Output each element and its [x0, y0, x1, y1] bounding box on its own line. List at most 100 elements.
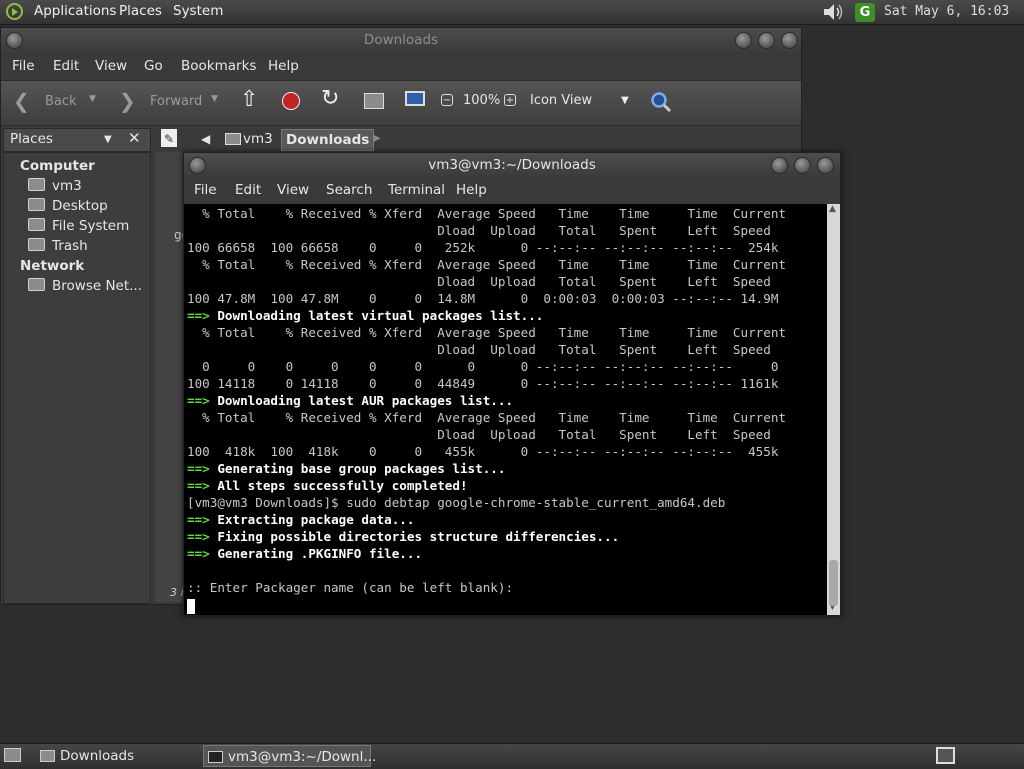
terminal-menu-view[interactable]: View: [277, 182, 309, 198]
status-text: Downloading latest virtual packages list…: [209, 308, 544, 323]
terminal-maximize-button[interactable]: [794, 157, 811, 174]
file-manager-menubar: File Edit View Go Bookmarks Help: [1, 52, 801, 80]
terminal-menubar: File Edit View Search Terminal Help: [184, 177, 840, 203]
view-mode-chevron-icon[interactable]: ▼: [621, 95, 629, 106]
terminal-status-line: ==> Generating base group packages list.…: [187, 460, 786, 477]
path-bar: ✎ ◀ vm3 Downloads ▶: [157, 126, 797, 152]
terminal-menu-search[interactable]: Search: [326, 182, 372, 198]
home-icon[interactable]: [364, 93, 384, 109]
menu-view[interactable]: View: [95, 58, 127, 74]
terminal-titlebar[interactable]: vm3@vm3:~/Downloads: [184, 153, 840, 177]
stop-icon[interactable]: [282, 92, 300, 110]
view-mode-select[interactable]: Icon View: [530, 93, 592, 108]
terminal-window: vm3@vm3:~/Downloads File Edit View Searc…: [183, 152, 841, 616]
forward-button[interactable]: Forward: [150, 94, 202, 109]
terminal-menu-file[interactable]: File: [194, 182, 217, 198]
status-arrow: ==>: [187, 478, 210, 493]
menu-help[interactable]: Help: [268, 58, 299, 74]
file-manager-toolbar: ❮ Back ▼ ❯ Forward ▼ ⇧ ↻ − 100% + Icon V…: [1, 80, 801, 126]
terminal-menu-terminal[interactable]: Terminal: [388, 182, 445, 198]
terminal-line: 0 0 0 0 0 0 0 0 --:--:-- --:--:-- --:--:…: [187, 359, 779, 374]
terminal-close-button[interactable]: [817, 157, 834, 174]
menu-go[interactable]: Go: [144, 58, 163, 74]
terminal-title: vm3@vm3:~/Downloads: [428, 157, 596, 173]
status-arrow: ==>: [187, 461, 210, 476]
path-right-chevron-icon[interactable]: ▶: [369, 129, 385, 149]
sidebar-heading-computer: Computer: [20, 158, 95, 174]
zoom-out-icon[interactable]: −: [441, 94, 453, 106]
file-manager-title: Downloads: [363, 32, 439, 48]
places-sidebar: Computer vm3 Desktop File System Trash N…: [3, 152, 151, 604]
task-terminal[interactable]: vm3@vm3:~/Downl...: [203, 745, 376, 767]
status-text: Fixing possible directories structure di…: [209, 529, 620, 544]
terminal-line: Dload Upload Total Spent Left Speed: [187, 223, 771, 238]
maximize-button[interactable]: [758, 32, 775, 49]
workspace-switcher-icon[interactable]: [936, 747, 955, 764]
sidebar-header: Places ▼ ✕: [3, 128, 151, 152]
menu-file[interactable]: File: [12, 58, 35, 74]
volume-icon[interactable]: [822, 3, 844, 21]
clock[interactable]: Sat May 6, 16:03: [884, 4, 1009, 19]
sidebar-item-trash[interactable]: Trash: [28, 238, 88, 254]
show-desktop-icon[interactable]: [4, 748, 21, 762]
places-menu[interactable]: Places: [119, 3, 162, 19]
terminal-minimize-button[interactable]: [771, 157, 788, 174]
sidebar-item-desktop[interactable]: Desktop: [28, 198, 108, 214]
menu-bookmarks[interactable]: Bookmarks: [181, 58, 256, 74]
terminal-menu-edit[interactable]: Edit: [235, 182, 261, 198]
menu-edit[interactable]: Edit: [53, 58, 79, 74]
sidebar-item-vm3[interactable]: vm3: [28, 178, 82, 194]
file-manager-titlebar[interactable]: Downloads: [1, 28, 801, 52]
sidebar-close-icon[interactable]: ✕: [128, 129, 141, 147]
terminal-status-line: ==> All steps successfully completed!: [187, 477, 786, 494]
scroll-up-icon[interactable]: ▲: [829, 204, 836, 214]
terminal-status-line: ==> Downloading latest AUR packages list…: [187, 392, 786, 409]
computer-icon[interactable]: [405, 91, 425, 106]
sidebar-selector-chevron-icon[interactable]: ▼: [104, 134, 112, 145]
status-text: Extracting package data...: [209, 512, 415, 527]
back-button[interactable]: Back: [45, 94, 77, 109]
top-panel: Applications Places System G Sat May 6, …: [0, 0, 1024, 25]
up-arrow-icon[interactable]: ⇧: [240, 89, 258, 111]
sidebar-selector[interactable]: Places: [10, 131, 53, 147]
status-arrow: ==>: [187, 308, 210, 323]
zoom-level: 100%: [463, 93, 501, 108]
terminal-line: Dload Upload Total Spent Left Speed: [187, 342, 771, 357]
minimize-button[interactable]: [735, 32, 752, 49]
zoom-in-icon[interactable]: +: [504, 94, 516, 106]
forward-history-chevron-icon[interactable]: ▼: [211, 94, 218, 104]
status-text: Generating .PKGINFO file...: [209, 546, 423, 561]
sidebar-item-file-system[interactable]: File System: [28, 218, 129, 234]
task-downloads[interactable]: Downloads: [36, 745, 220, 767]
reload-icon[interactable]: ↻: [321, 87, 339, 111]
applications-menu[interactable]: Applications: [34, 3, 116, 19]
search-icon[interactable]: [650, 91, 672, 113]
sidebar-item-browse-network[interactable]: Browse Net...: [28, 278, 142, 294]
terminal-scrollbar-thumb[interactable]: [829, 560, 838, 606]
distro-logo-icon[interactable]: [6, 3, 23, 20]
drive-icon: [28, 218, 45, 231]
terminal-line: :: Enter Packager name (can be left blan…: [187, 580, 514, 595]
terminal-line: 100 66658 100 66658 0 0 252k 0 --:--:-- …: [187, 240, 779, 255]
terminal-status-line: ==> Generating .PKGINFO file...: [187, 545, 786, 562]
terminal-line: [vm3@vm3 Downloads]$ sudo debtap google-…: [187, 495, 726, 510]
edit-location-icon[interactable]: ✎: [161, 129, 177, 147]
terminal-scrollbar[interactable]: ▲ ▼: [827, 204, 840, 615]
update-notifier-icon[interactable]: G: [855, 3, 875, 22]
back-arrow-icon: ❮: [13, 89, 30, 113]
terminal-line: % Total % Received % Xferd Average Speed…: [187, 257, 786, 272]
path-left-chevron-icon[interactable]: ◀: [197, 129, 214, 149]
system-menu[interactable]: System: [173, 3, 223, 19]
terminal-output[interactable]: % Total % Received % Xferd Average Speed…: [184, 204, 827, 615]
status-text: Generating base group packages list...: [209, 461, 506, 476]
terminal-menu-help[interactable]: Help: [456, 182, 487, 198]
close-button[interactable]: [781, 32, 798, 49]
back-history-chevron-icon[interactable]: ▼: [89, 94, 96, 104]
home-crumb-icon: [225, 133, 241, 145]
terminal-line: 100 47.8M 100 47.8M 0 0 14.8M 0 0:00:03 …: [187, 291, 779, 306]
terminal-cursor: [187, 599, 195, 614]
status-bar-text: 3 i: [170, 586, 184, 599]
terminal-status-line: ==> Downloading latest virtual packages …: [187, 307, 786, 324]
forward-arrow-icon: ❯: [119, 89, 136, 113]
path-crumb-downloads[interactable]: Downloads: [281, 129, 375, 151]
